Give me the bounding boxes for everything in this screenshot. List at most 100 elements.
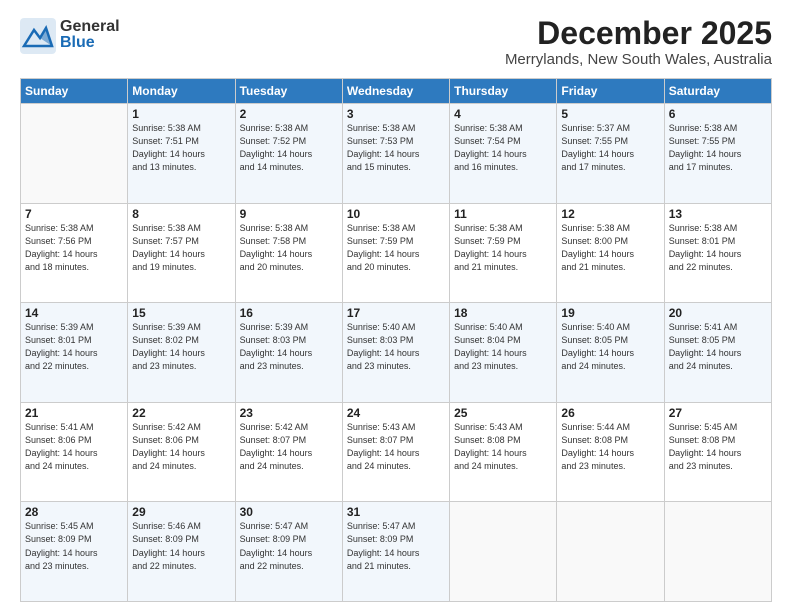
day-cell: 17Sunrise: 5:40 AM Sunset: 8:03 PM Dayli… [342,303,449,403]
day-number: 9 [240,207,338,221]
day-info: Sunrise: 5:45 AM Sunset: 8:09 PM Dayligh… [25,520,123,572]
day-cell: 13Sunrise: 5:38 AM Sunset: 8:01 PM Dayli… [664,203,771,303]
day-info: Sunrise: 5:38 AM Sunset: 7:52 PM Dayligh… [240,122,338,174]
title-block: December 2025 Merrylands, New South Wale… [505,16,772,68]
day-number: 31 [347,505,445,519]
day-cell: 23Sunrise: 5:42 AM Sunset: 8:07 PM Dayli… [235,402,342,502]
day-cell: 11Sunrise: 5:38 AM Sunset: 7:59 PM Dayli… [450,203,557,303]
week-row-3: 14Sunrise: 5:39 AM Sunset: 8:01 PM Dayli… [21,303,772,403]
day-number: 6 [669,107,767,121]
day-number: 30 [240,505,338,519]
day-info: Sunrise: 5:39 AM Sunset: 8:03 PM Dayligh… [240,321,338,373]
day-number: 4 [454,107,552,121]
day-cell: 24Sunrise: 5:43 AM Sunset: 8:07 PM Dayli… [342,402,449,502]
day-number: 15 [132,306,230,320]
day-cell: 30Sunrise: 5:47 AM Sunset: 8:09 PM Dayli… [235,502,342,602]
day-info: Sunrise: 5:38 AM Sunset: 7:51 PM Dayligh… [132,122,230,174]
day-cell [21,104,128,204]
day-cell: 22Sunrise: 5:42 AM Sunset: 8:06 PM Dayli… [128,402,235,502]
day-number: 14 [25,306,123,320]
day-cell: 16Sunrise: 5:39 AM Sunset: 8:03 PM Dayli… [235,303,342,403]
day-number: 16 [240,306,338,320]
day-cell: 4Sunrise: 5:38 AM Sunset: 7:54 PM Daylig… [450,104,557,204]
col-header-friday: Friday [557,79,664,104]
calendar: SundayMondayTuesdayWednesdayThursdayFrid… [20,78,772,602]
day-info: Sunrise: 5:38 AM Sunset: 7:59 PM Dayligh… [347,222,445,274]
day-cell: 27Sunrise: 5:45 AM Sunset: 8:08 PM Dayli… [664,402,771,502]
day-info: Sunrise: 5:38 AM Sunset: 7:58 PM Dayligh… [240,222,338,274]
day-number: 1 [132,107,230,121]
calendar-header-row: SundayMondayTuesdayWednesdayThursdayFrid… [21,79,772,104]
week-row-1: 1Sunrise: 5:38 AM Sunset: 7:51 PM Daylig… [21,104,772,204]
day-info: Sunrise: 5:38 AM Sunset: 7:56 PM Dayligh… [25,222,123,274]
page: General Blue December 2025 Merrylands, N… [0,0,792,612]
logo-blue-text: Blue [60,35,120,51]
week-row-5: 28Sunrise: 5:45 AM Sunset: 8:09 PM Dayli… [21,502,772,602]
day-number: 20 [669,306,767,320]
day-info: Sunrise: 5:40 AM Sunset: 8:04 PM Dayligh… [454,321,552,373]
day-number: 27 [669,406,767,420]
day-info: Sunrise: 5:43 AM Sunset: 8:08 PM Dayligh… [454,421,552,473]
day-info: Sunrise: 5:37 AM Sunset: 7:55 PM Dayligh… [561,122,659,174]
day-info: Sunrise: 5:42 AM Sunset: 8:06 PM Dayligh… [132,421,230,473]
day-cell: 12Sunrise: 5:38 AM Sunset: 8:00 PM Dayli… [557,203,664,303]
day-info: Sunrise: 5:41 AM Sunset: 8:06 PM Dayligh… [25,421,123,473]
day-number: 17 [347,306,445,320]
day-info: Sunrise: 5:38 AM Sunset: 8:01 PM Dayligh… [669,222,767,274]
day-info: Sunrise: 5:47 AM Sunset: 8:09 PM Dayligh… [347,520,445,572]
day-cell: 8Sunrise: 5:38 AM Sunset: 7:57 PM Daylig… [128,203,235,303]
day-number: 11 [454,207,552,221]
col-header-saturday: Saturday [664,79,771,104]
day-cell: 15Sunrise: 5:39 AM Sunset: 8:02 PM Dayli… [128,303,235,403]
logo-label: General Blue [60,19,120,51]
day-info: Sunrise: 5:43 AM Sunset: 8:07 PM Dayligh… [347,421,445,473]
day-number: 21 [25,406,123,420]
day-info: Sunrise: 5:40 AM Sunset: 8:03 PM Dayligh… [347,321,445,373]
day-cell: 3Sunrise: 5:38 AM Sunset: 7:53 PM Daylig… [342,104,449,204]
day-number: 28 [25,505,123,519]
day-cell: 26Sunrise: 5:44 AM Sunset: 8:08 PM Dayli… [557,402,664,502]
day-info: Sunrise: 5:40 AM Sunset: 8:05 PM Dayligh… [561,321,659,373]
day-number: 3 [347,107,445,121]
day-cell: 6Sunrise: 5:38 AM Sunset: 7:55 PM Daylig… [664,104,771,204]
col-header-sunday: Sunday [21,79,128,104]
day-cell: 31Sunrise: 5:47 AM Sunset: 8:09 PM Dayli… [342,502,449,602]
day-info: Sunrise: 5:38 AM Sunset: 7:57 PM Dayligh… [132,222,230,274]
day-info: Sunrise: 5:38 AM Sunset: 8:00 PM Dayligh… [561,222,659,274]
day-cell: 19Sunrise: 5:40 AM Sunset: 8:05 PM Dayli… [557,303,664,403]
week-row-4: 21Sunrise: 5:41 AM Sunset: 8:06 PM Dayli… [21,402,772,502]
day-cell: 7Sunrise: 5:38 AM Sunset: 7:56 PM Daylig… [21,203,128,303]
day-cell: 1Sunrise: 5:38 AM Sunset: 7:51 PM Daylig… [128,104,235,204]
day-cell: 21Sunrise: 5:41 AM Sunset: 8:06 PM Dayli… [21,402,128,502]
day-number: 8 [132,207,230,221]
day-number: 19 [561,306,659,320]
logo-icon [20,18,56,54]
day-number: 29 [132,505,230,519]
week-row-2: 7Sunrise: 5:38 AM Sunset: 7:56 PM Daylig… [21,203,772,303]
day-number: 7 [25,207,123,221]
day-number: 10 [347,207,445,221]
day-cell [450,502,557,602]
col-header-wednesday: Wednesday [342,79,449,104]
day-info: Sunrise: 5:38 AM Sunset: 7:55 PM Dayligh… [669,122,767,174]
day-cell: 20Sunrise: 5:41 AM Sunset: 8:05 PM Dayli… [664,303,771,403]
day-number: 12 [561,207,659,221]
day-number: 25 [454,406,552,420]
day-number: 26 [561,406,659,420]
day-number: 2 [240,107,338,121]
day-info: Sunrise: 5:38 AM Sunset: 7:53 PM Dayligh… [347,122,445,174]
day-number: 23 [240,406,338,420]
day-cell: 9Sunrise: 5:38 AM Sunset: 7:58 PM Daylig… [235,203,342,303]
location-title: Merrylands, New South Wales, Australia [505,51,772,68]
day-info: Sunrise: 5:47 AM Sunset: 8:09 PM Dayligh… [240,520,338,572]
day-cell [557,502,664,602]
day-cell: 25Sunrise: 5:43 AM Sunset: 8:08 PM Dayli… [450,402,557,502]
day-number: 5 [561,107,659,121]
day-info: Sunrise: 5:38 AM Sunset: 7:59 PM Dayligh… [454,222,552,274]
day-cell: 5Sunrise: 5:37 AM Sunset: 7:55 PM Daylig… [557,104,664,204]
day-info: Sunrise: 5:45 AM Sunset: 8:08 PM Dayligh… [669,421,767,473]
day-cell: 29Sunrise: 5:46 AM Sunset: 8:09 PM Dayli… [128,502,235,602]
day-number: 24 [347,406,445,420]
col-header-tuesday: Tuesday [235,79,342,104]
day-cell: 2Sunrise: 5:38 AM Sunset: 7:52 PM Daylig… [235,104,342,204]
